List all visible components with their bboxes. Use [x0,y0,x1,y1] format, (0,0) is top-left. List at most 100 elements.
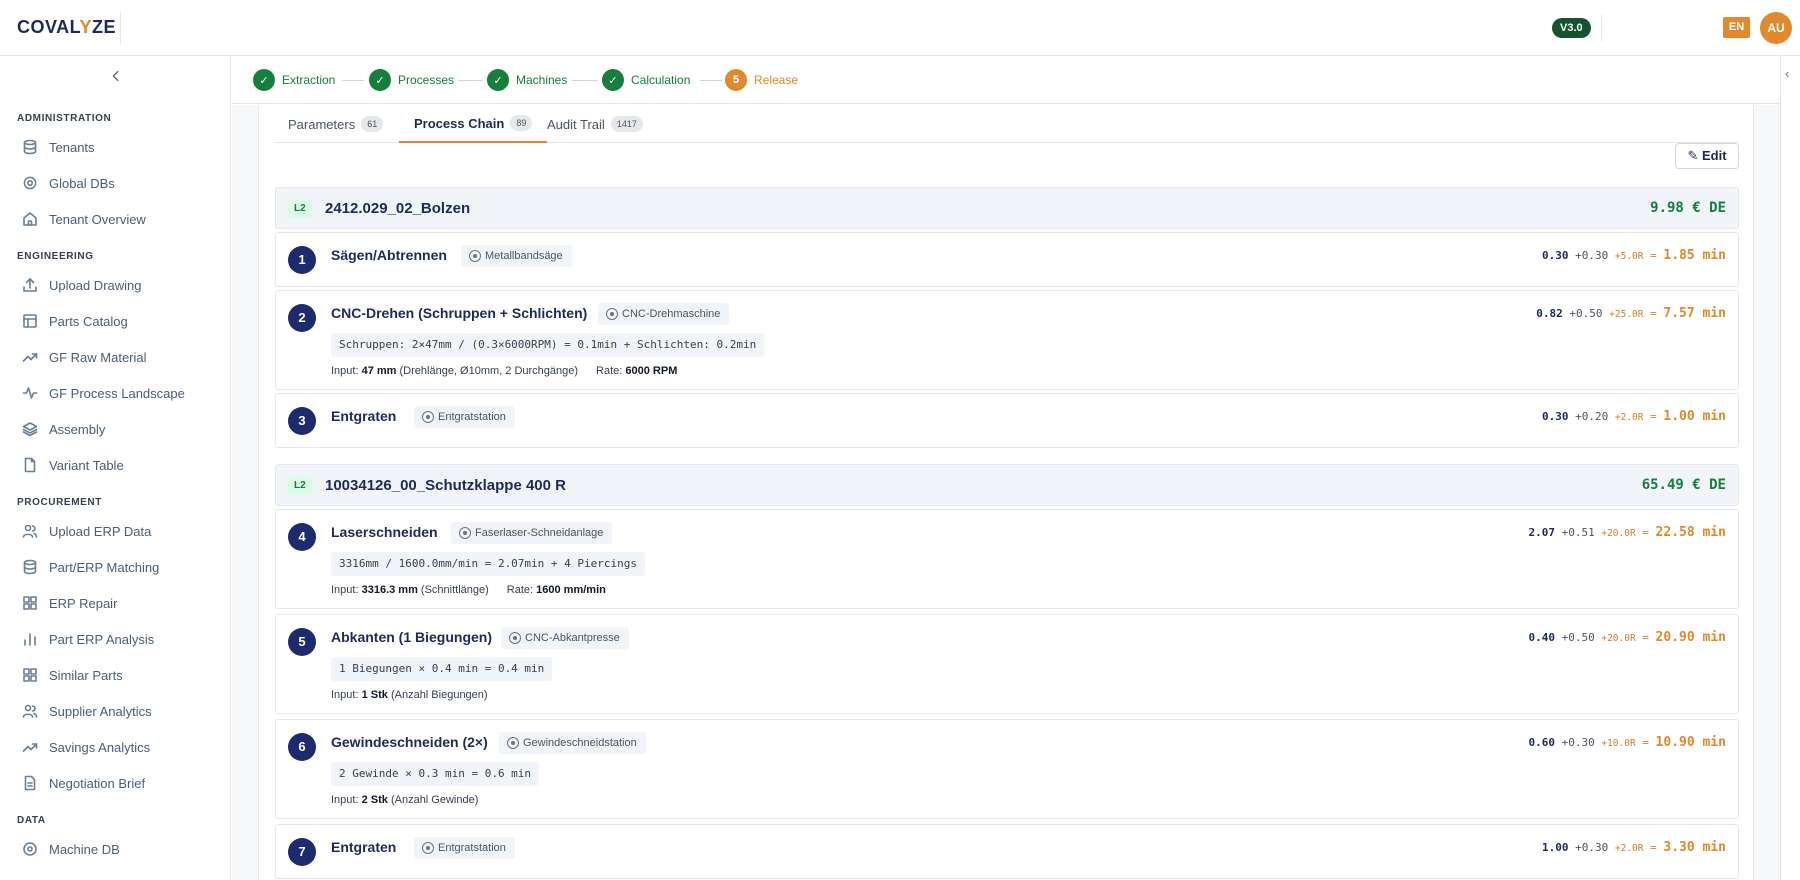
sidebar-item-savings-analytics[interactable]: Savings Analytics [0,730,230,764]
tab-audit-trail[interactable]: Audit Trail 1417 [547,105,643,143]
process-name: Sägen/Abtrennen [331,247,447,263]
process-row[interactable]: 2 CNC-Drehen (Schruppen + Schlichten) CN… [275,290,1739,390]
step-calculation[interactable]: ✓ Calculation [602,69,690,91]
sidebar-item-label: Machine DB [49,842,120,857]
step-extraction[interactable]: ✓ Extraction [253,69,335,91]
added-time: +0.50 [1561,631,1595,644]
base-time: 0.60 [1528,736,1555,749]
part-group-header[interactable]: L2 10034126_00_Schutzklappe 400 R 65.49 … [275,464,1739,506]
part-group-header[interactable]: L2 2412.029_02_Bolzen 9.98 € DE [275,187,1739,229]
equals-sign: = [1650,841,1657,854]
process-name: Gewindeschneiden (2×) [331,734,488,750]
sidebar-item-negotiation-brief[interactable]: Negotiation Brief [0,766,230,800]
process-row[interactable]: 6 Gewindeschneiden (2×) Gewindeschneidst… [275,719,1739,819]
sidebar-item-label: Supplier Analytics [49,704,152,719]
added-time: +0.30 [1575,249,1609,262]
base-time: 1.00 [1542,841,1569,854]
sidebar-item-erp-repair[interactable]: ERP Repair [0,586,230,620]
machine-icon [469,250,481,262]
input-prefix: Input: [331,689,359,701]
input-info: Input: 47 mm (Drehlänge, Ø10mm, 2 Durchg… [331,365,677,377]
formula: 1 Biegungen × 0.4 min = 0.4 min [331,657,553,681]
sidebar-item-parts-catalog[interactable]: Parts Catalog [0,304,230,338]
setup-time: +20.0R [1601,633,1636,644]
right-panel-toggle[interactable]: ‹ [1780,56,1800,880]
grid-icon [23,596,37,610]
tab-process-chain[interactable]: Process Chain 89 [399,105,548,143]
sidebar-item-gf-raw-material[interactable]: GF Raw Material [0,340,230,374]
sidebar-item-global-dbs[interactable]: Global DBs [0,166,230,200]
machine-tag[interactable]: Entgratstation [414,837,515,859]
step-machines[interactable]: ✓ Machines [487,69,567,91]
time-calculation: 2.07 +0.51 +20.0R = 22.58 min [1528,525,1726,540]
target-icon [23,842,37,856]
added-time: +0.51 [1561,526,1595,539]
machine-tag[interactable]: Gewindeschneidstation [499,732,646,754]
machine-tag[interactable]: CNC-Drehmaschine [598,303,730,325]
tab-bar: Parameters 61 Process Chain 89 Audit Trail… [275,105,1739,143]
base-time: 2.07 [1528,526,1555,539]
formula: 3316mm / 1600.0mm/min = 2.07min + 4 Pier… [331,552,646,576]
process-number: 4 [288,523,316,551]
machine-label: Gewindeschneidstation [523,737,637,749]
sidebar-item-upload-erp-data[interactable]: Upload ERP Data [0,514,230,548]
step-label: Processes [398,73,455,87]
sidebar-item-label: Negotiation Brief [49,776,146,791]
total-time: 22.58 min [1655,525,1726,540]
step-connector [700,80,722,81]
sidebar-item-variant-table[interactable]: Variant Table [0,448,230,482]
step-label: Calculation [631,73,691,87]
sidebar-item-gf-process-landscape[interactable]: GF Process Landscape [0,376,230,410]
sidebar-item-upload-drawing[interactable]: Upload Drawing [0,268,230,302]
process-number: 1 [288,246,316,274]
language-button[interactable]: EN [1723,17,1750,38]
sidebar-item-similar-parts[interactable]: Similar Parts [0,658,230,692]
machine-icon [459,527,471,539]
equals-sign: = [1642,736,1649,749]
sidebar-collapse-button[interactable] [106,66,126,86]
machine-label: Metallbandsäge [485,250,563,262]
machine-icon [606,308,618,320]
process-row[interactable]: 3 Entgraten Entgratstation 0.30 +0.20 +2… [275,393,1739,448]
edit-button[interactable]: ✎ Edit [1675,143,1739,169]
process-row[interactable]: 5 Abkanten (1 Biegungen) CNC-Abkantpress… [275,614,1739,714]
step-connector [458,80,482,81]
machine-tag[interactable]: Faserlaser-Schneidanlage [451,522,613,544]
sidebar-item-part-erp-matching[interactable]: Part/ERP Matching [0,550,230,584]
machine-tag[interactable]: Metallbandsäge [461,245,572,267]
machine-tag[interactable]: CNC-Abkantpresse [501,627,629,649]
part-total-cost: 65.49 € DE [1641,477,1726,493]
process-row[interactable]: 7 Entgraten Entgratstation 1.00 +0.30 +2… [275,824,1739,879]
step-processes[interactable]: ✓ Processes [369,69,454,91]
formula: Schruppen: 2×47mm / (0.3×6000RPM) = 0.1m… [331,333,765,357]
sidebar: ADMINISTRATION Tenants Global DBs Tenant… [0,56,231,880]
trend-icon [22,743,38,752]
added-time: +0.30 [1561,736,1595,749]
input-value: 1 Stk [361,689,388,701]
level-badge: L2 [288,477,312,495]
sidebar-item-tenants[interactable]: Tenants [0,130,230,164]
tab-parameters[interactable]: Parameters 61 [288,105,384,143]
equals-sign: = [1650,249,1657,262]
step-release[interactable]: 5 Release [725,69,798,91]
rate-prefix: Rate: [506,584,534,596]
process-row[interactable]: 4 Laserschneiden Faserlaser-Schneidanlag… [275,509,1739,609]
sidebar-item-supplier-analytics[interactable]: Supplier Analytics [0,694,230,728]
sidebar-item-label: Tenant Overview [49,212,146,227]
process-row[interactable]: 1 Sägen/Abtrennen Metallbandsäge 0.30 +0… [275,232,1739,287]
sidebar-item-part-erp-analysis[interactable]: Part ERP Analysis [0,622,230,656]
setup-time: +2.0R [1614,412,1644,423]
sidebar-item-assembly[interactable]: Assembly [0,412,230,446]
main-content: Parameters 61 Process Chain 89 Audit Trail… [232,105,1780,880]
sidebar-item-machine-db[interactable]: Machine DB [0,832,230,866]
time-calculation: 0.40 +0.50 +20.0R = 20.90 min [1528,630,1726,645]
base-time: 0.40 [1528,631,1555,644]
section-procurement: PROCUREMENT [17,497,102,508]
machine-icon [422,411,434,423]
logo[interactable]: COVALYZE [17,17,116,38]
users-icon [22,524,38,538]
rate-prefix: Rate: [596,365,623,377]
machine-tag[interactable]: Entgratstation [414,406,515,428]
sidebar-item-tenant-overview[interactable]: Tenant Overview [0,202,230,236]
user-avatar[interactable]: AU [1760,12,1792,44]
